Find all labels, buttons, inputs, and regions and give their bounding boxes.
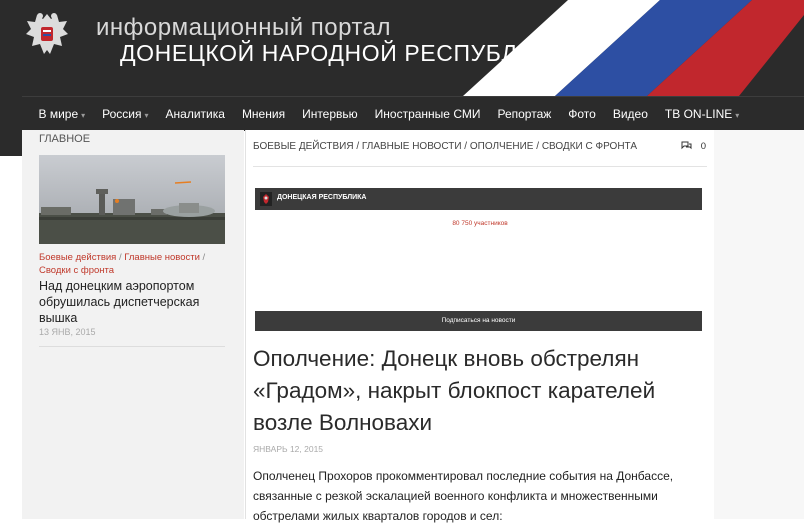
breadcrumb-item[interactable]: СВОДКИ С ФРОНТА [542,141,637,152]
main-nav: В мире ▾ Россия ▾ Аналитика Мнения Интервью Ино… [22,96,804,131]
breadcrumb-item[interactable]: ОПОЛЧЕНИЕ [470,141,534,152]
nav-item-label: Интервью [302,107,358,121]
breadcrumb-separator: / [353,141,362,152]
category-link[interactable]: Сводки с фронта [39,265,114,276]
right-column [714,130,804,519]
breadcrumb-separator: / [533,141,542,152]
chevron-down-icon: ▾ [735,111,740,120]
social-widget-header[interactable]: ДОНЕЦКАЯ РЕСПУБЛИКА [255,188,702,210]
category-link[interactable]: Боевые действия [39,252,116,263]
sidebar: ГЛАВНОЕ Боевые действия / Главные новост… [22,130,244,519]
divider [39,346,225,347]
category-link[interactable]: Главные новости [124,252,200,263]
breadcrumb-item[interactable]: ГЛАВНЫЕ НОВОСТИ [362,141,462,152]
breadcrumb-separator: / [461,141,470,152]
category-separator: / [199,252,206,263]
nav-item-8[interactable]: Видео [604,107,656,121]
nav-item-label: Репортаж [497,107,552,121]
article-date: ЯНВАРЬ 12, 2015 [253,444,324,454]
nav-item-7[interactable]: Фото [560,107,605,121]
double-headed-eagle-emblem-icon[interactable] [24,10,70,60]
nav-item-3[interactable]: Мнения [233,107,293,121]
members-count[interactable]: 80 750 участников [246,220,714,227]
comments-count: 0 [700,141,706,152]
article-column: БОЕВЫЕ ДЕЙСТВИЯ / ГЛАВНЫЕ НОВОСТИ / ОПОЛ… [245,130,715,523]
post-categories: Боевые действия / Главные новости / Свод… [39,251,231,277]
nav-item-2[interactable]: Аналитика [157,107,233,121]
nav-item-label: ТВ ON-LINE [664,107,733,121]
nav-item-4[interactable]: Интервью [294,107,367,121]
group-name: ДОНЕЦКАЯ РЕСПУБЛИКА [277,194,367,201]
comments-icon [681,141,692,150]
group-logo-icon [260,192,272,206]
nav-item-0[interactable]: В мире ▾ [30,107,94,121]
chevron-down-icon: ▾ [81,111,86,120]
nav-item-label: Россия [102,107,142,121]
sidebar-heading: ГЛАВНОЕ [39,133,91,145]
breadcrumb: БОЕВЫЕ ДЕЙСТВИЯ / ГЛАВНЫЕ НОВОСТИ / ОПОЛ… [253,141,637,152]
divider [253,166,707,167]
nav-item-label: Аналитика [165,107,225,121]
nav-item-label: Видео [612,107,648,121]
nav-item-label: Иностранные СМИ [374,107,481,121]
chevron-down-icon: ▾ [144,111,149,120]
site-title-line1: информационный портал [96,14,392,41]
nav-item-5[interactable]: Иностранные СМИ [366,107,489,121]
header-shadow-strip [0,96,22,156]
article-body: Ополченец Прохоров прокомментировал посл… [253,469,674,523]
nav-item-label: В мире [38,107,79,121]
nav-item-1[interactable]: Россия ▾ [94,107,157,121]
comments-link[interactable]: 0 [681,141,706,152]
nav-item-9[interactable]: ТВ ON-LINE ▾ [656,107,747,121]
post-thumbnail[interactable] [39,155,225,244]
nav-item-label: Мнения [241,107,286,121]
sidebar-post-title[interactable]: Над донецким аэропортом обрушилась диспе… [39,278,231,326]
site-title-line2[interactable]: ДОНЕЦКОЙ НАРОДНОЙ РЕСПУБЛИКИ [120,40,565,67]
sidebar-post-date: 13 ЯНВ, 2015 [39,327,96,337]
site-header: информационный портал ДОНЕЦКОЙ НАРОДНОЙ … [0,0,804,96]
breadcrumb-item[interactable]: БОЕВЫЕ ДЕЙСТВИЯ [253,141,354,152]
nav-item-label: Фото [568,107,596,121]
subscribe-button[interactable]: Подписаться на новости [255,311,702,331]
nav-item-6[interactable]: Репортаж [489,107,560,121]
article-title: Ополчение: Донецк вновь обстрелян «Градо… [253,346,656,435]
